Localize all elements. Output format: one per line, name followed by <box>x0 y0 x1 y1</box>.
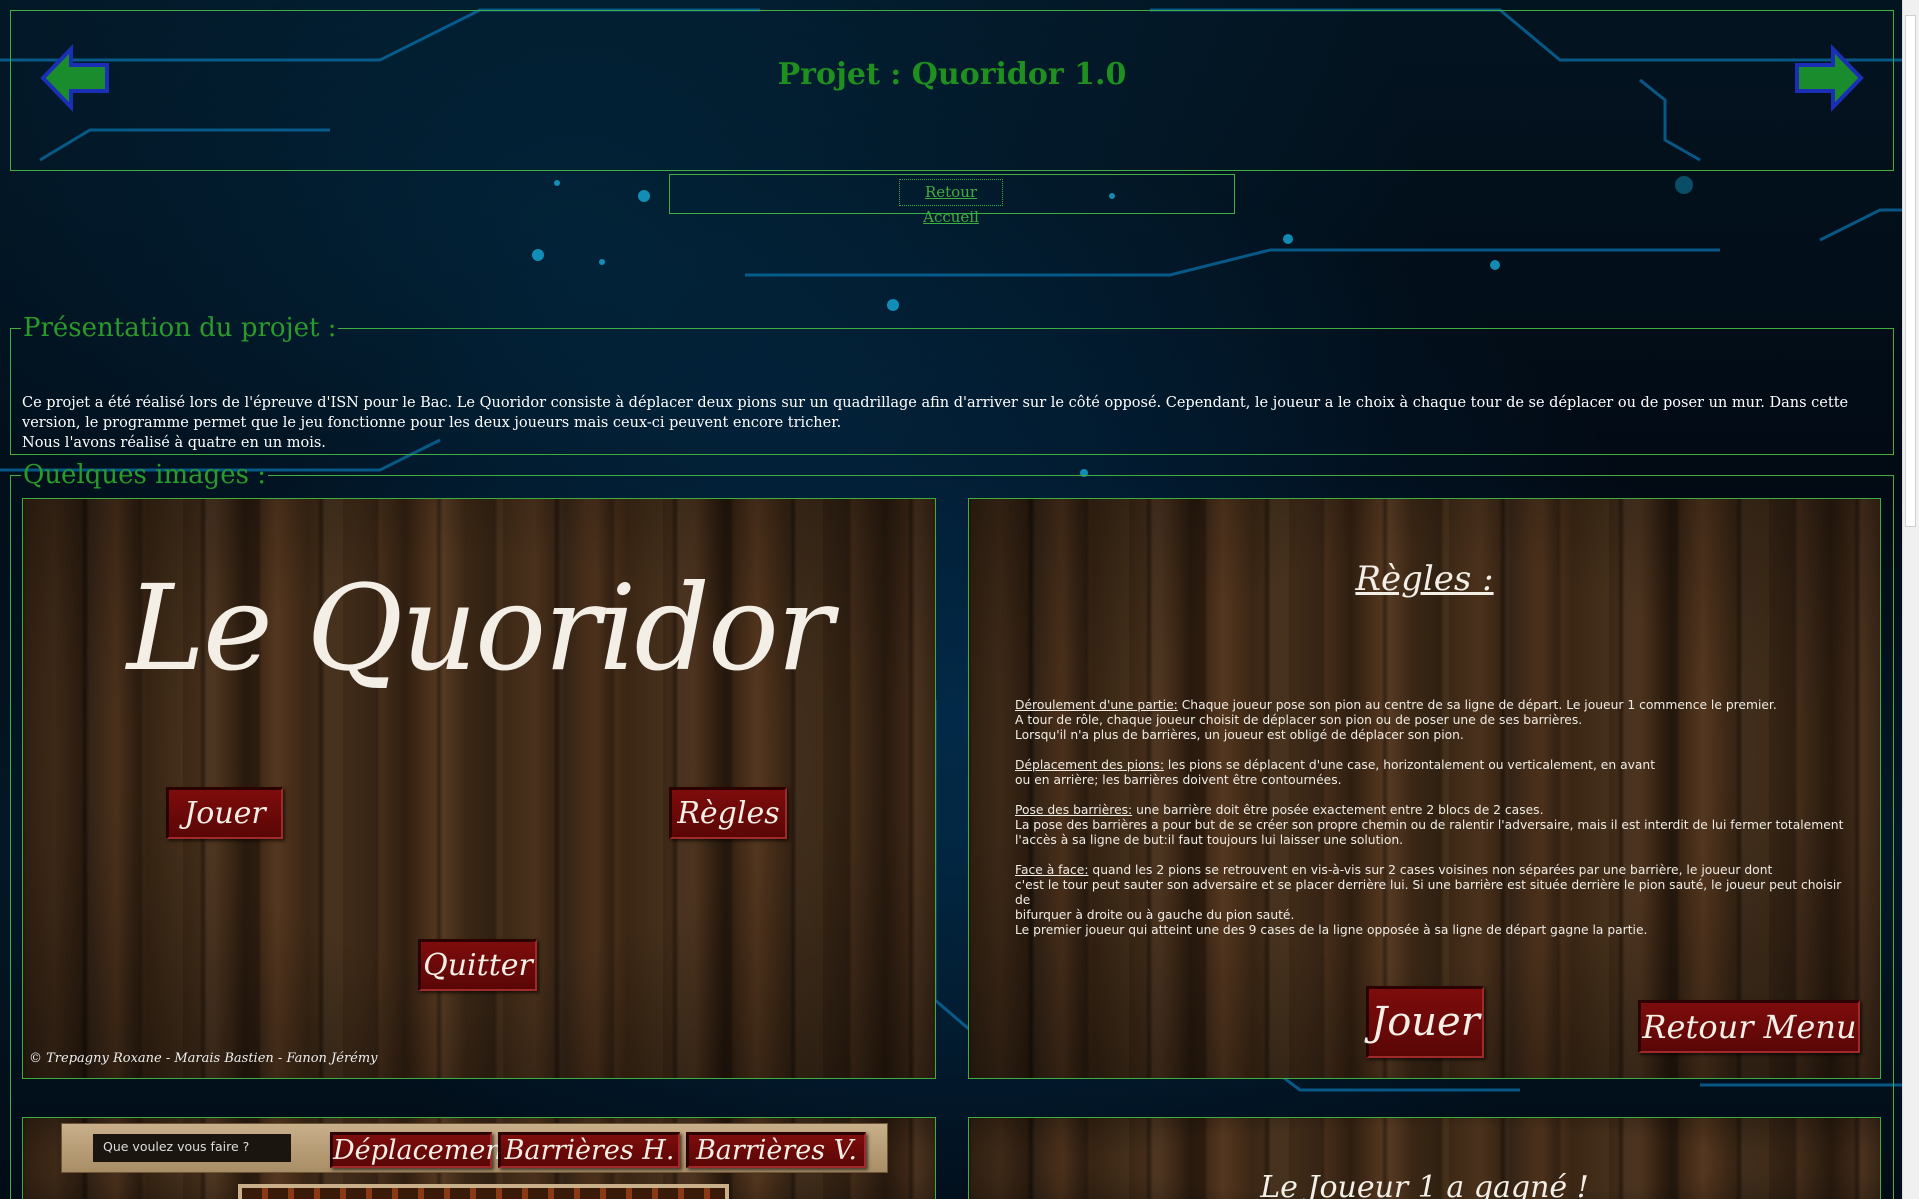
home-link[interactable]: Retour Accueil <box>899 179 1003 226</box>
presentation-paragraph: Ce projet a été réalisé lors de l'épreuv… <box>22 395 1849 431</box>
rules-line: les pions se déplacent d'une case, horiz… <box>1163 758 1656 772</box>
rules-line: La pose des barrières a pour but de se c… <box>1015 818 1844 832</box>
rules-line: l'accès à sa ligne de but:il faut toujou… <box>1015 833 1404 847</box>
screenshot-game: Que voulez vous faire ? Déplacements Bar… <box>22 1117 936 1199</box>
presentation-paragraph-2: Nous l'avons réalisé à quatre en un mois… <box>22 435 326 451</box>
rules-heading-barriers: Pose des barrières: <box>1015 803 1133 817</box>
presentation-section: Présentation du projet : Ce projet a été… <box>10 315 1894 455</box>
presentation-heading: Présentation du projet : <box>23 313 337 343</box>
rules-line: Le premier joueur qui atteint une des 9 … <box>1015 923 1648 937</box>
rules-line: Chaque joueur pose son pion au centre de… <box>1177 698 1777 712</box>
vertical-scrollbar[interactable] <box>1902 0 1919 1199</box>
play-button: Jouer <box>1366 986 1484 1058</box>
rules-title: Règles : <box>1355 559 1494 599</box>
images-heading: Quelques images : <box>23 460 267 490</box>
back-to-menu-button: Retour Menu <box>1638 1000 1860 1053</box>
screenshot-win: Le Joueur 1 a gagné ! <box>968 1117 1881 1199</box>
page-header: Projet : Quoridor 1.0 <box>10 10 1894 171</box>
presentation-text: Ce projet a été réalisé lors de l'épreuv… <box>22 393 1873 453</box>
rules-line: Lorsqu'il n'a plus de barrières, un joue… <box>1015 728 1464 742</box>
home-nav-bar: Retour Accueil <box>669 174 1235 226</box>
quit-button: Quitter <box>418 939 537 991</box>
screenshot-main-menu: Le Quoridor Jouer Règles Quitter © Trepa… <box>22 498 936 1079</box>
game-title: Le Quoridor <box>126 559 834 697</box>
winner-title: Le Joueur 1 a gagné ! <box>1260 1170 1589 1199</box>
rules-line: quand les 2 pions se retrouvent en vis-à… <box>1088 863 1773 877</box>
rules-line: ou en arrière; les barrières doivent êtr… <box>1015 773 1342 787</box>
scrollbar-thumb[interactable] <box>1905 15 1916 527</box>
screenshot-rules: Règles : Déroulement d'une partie: Chaqu… <box>968 498 1881 1079</box>
next-arrow-icon[interactable] <box>1793 43 1865 113</box>
game-action-bar: Que voulez vous faire ? Déplacements Bar… <box>61 1123 888 1173</box>
rules-heading-face: Face à face: <box>1015 863 1089 877</box>
rules-heading-moves: Déplacement des pions: <box>1015 758 1164 772</box>
moves-button: Déplacements <box>330 1132 527 1168</box>
rules-text: Déroulement d'une partie: Chaque joueur … <box>1015 698 1856 953</box>
rules-line: c'est le tour peut sauter son adversaire… <box>1015 878 1842 907</box>
action-prompt: Que voulez vous faire ? <box>93 1134 291 1162</box>
rules-heading-turn: Déroulement d'une partie: <box>1015 698 1178 712</box>
vertical-barriers-button: Barrières V. <box>686 1132 866 1168</box>
rules-line: une barrière doit être posée exactement … <box>1132 803 1544 817</box>
credits-text: © Trepagny Roxane - Marais Bastien - Fan… <box>29 1051 378 1066</box>
horizontal-barriers-button: Barrières H. <box>498 1132 680 1168</box>
play-button: Jouer <box>166 787 283 839</box>
rules-line: bifurquer à droite ou à gauche du pion s… <box>1015 908 1295 922</box>
rules-line: A tour de rôle, chaque joueur choisit de… <box>1015 713 1583 727</box>
game-board <box>238 1184 729 1199</box>
rules-button: Règles <box>669 787 787 839</box>
page-title: Projet : Quoridor 1.0 <box>777 57 1127 92</box>
